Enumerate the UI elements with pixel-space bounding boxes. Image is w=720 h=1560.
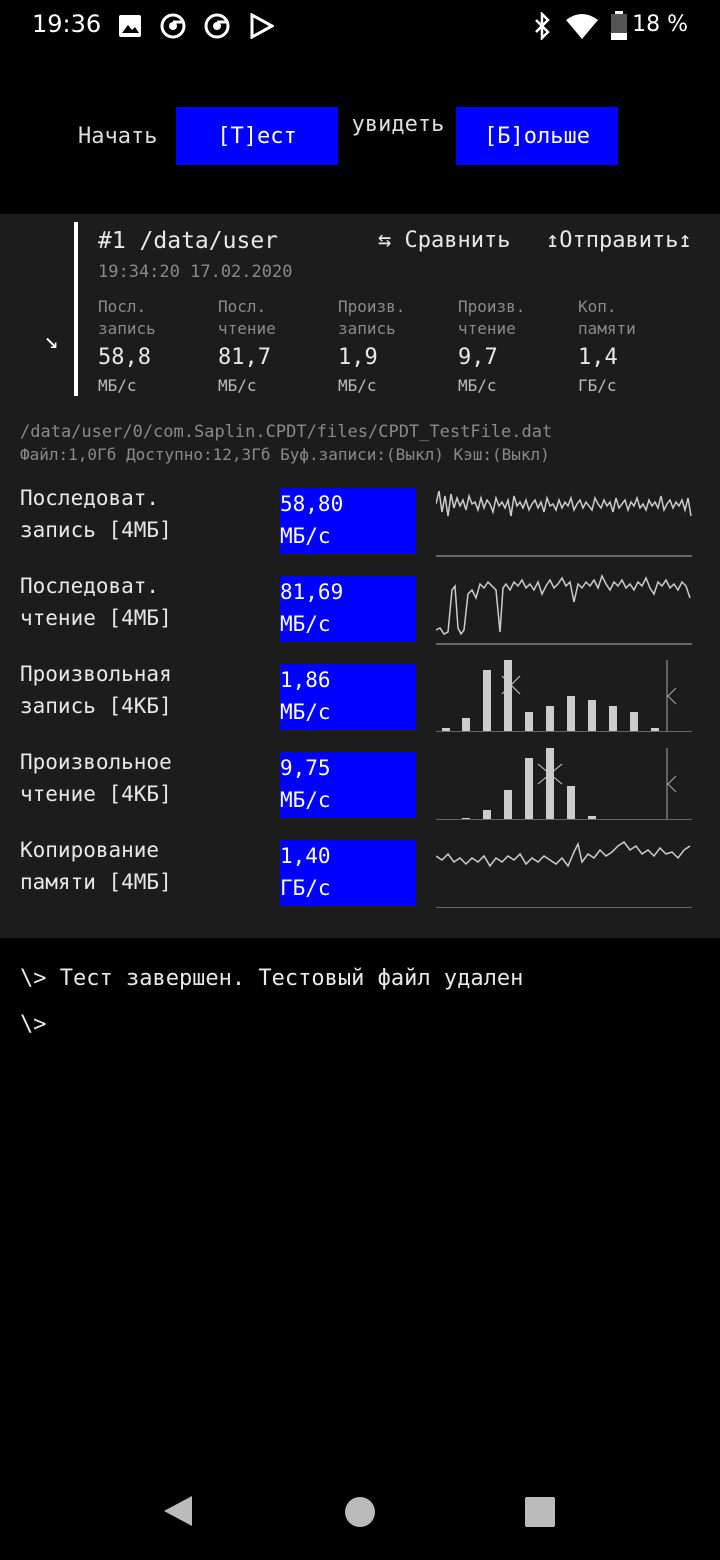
file-path: /data/user/0/com.Saplin.CPDT/files/CPDT_… bbox=[20, 422, 553, 442]
image-icon bbox=[119, 15, 141, 37]
metric-rand-read: Произв. чтение 9,7 МБ/с bbox=[458, 296, 568, 395]
collapse-arrow-icon[interactable]: ↘ bbox=[44, 326, 58, 354]
recents-icon[interactable] bbox=[524, 1496, 556, 1528]
seq-read-sparkline bbox=[436, 574, 692, 645]
file-info: Файл:1,0Гб Доступно:12,3Гб Буф.записи:(В… bbox=[20, 445, 550, 464]
metric-label: Посл. bbox=[218, 297, 267, 316]
row-seq-read-name: Последоват. чтение [4МБ] bbox=[20, 570, 270, 634]
metric-label: запись bbox=[98, 319, 156, 338]
row-rand-write-value: 1,86 МБ/с bbox=[280, 664, 416, 730]
rand-write-histogram bbox=[436, 660, 692, 732]
metric-label: Произв. bbox=[458, 297, 526, 316]
metric-value: 1,4 bbox=[578, 345, 618, 370]
row-unit: МБ/с bbox=[280, 788, 331, 812]
row-rand-write-name: Произвольная запись [4КБ] bbox=[20, 658, 270, 722]
console-line: \> Тест завершен. Тестовый файл удален bbox=[20, 966, 524, 991]
metric-value: 58,8 bbox=[98, 345, 151, 370]
metric-value: 9,7 bbox=[458, 345, 498, 370]
row-unit: МБ/с bbox=[280, 524, 331, 548]
row-name-line: Произвольное bbox=[20, 750, 172, 774]
row-name-line: Последоват. bbox=[20, 486, 160, 510]
row-seq-write-value: 58,80 МБ/с bbox=[280, 488, 416, 554]
row-unit: ГБ/с bbox=[280, 876, 331, 900]
more-button[interactable]: [Б]ольше bbox=[456, 107, 618, 165]
start-label: Начать bbox=[78, 124, 158, 149]
metric-unit: ГБ/с bbox=[578, 376, 617, 395]
row-value: 81,69 bbox=[280, 580, 344, 604]
row-name-line: запись [4МБ] bbox=[20, 518, 172, 542]
metric-mem-copy: Коп. памяти 1,4 ГБ/с bbox=[578, 296, 688, 395]
metric-value: 1,9 bbox=[338, 345, 378, 370]
metric-label: памяти bbox=[578, 319, 636, 338]
chrome-icon bbox=[160, 13, 186, 39]
metric-label: чтение bbox=[218, 319, 276, 338]
metric-unit: МБ/с bbox=[458, 376, 497, 395]
metric-seq-write: Посл. запись 58,8 МБ/с bbox=[98, 296, 208, 395]
test-button[interactable]: [Т]ест bbox=[176, 107, 338, 165]
result-title: #1 /data/user bbox=[98, 228, 279, 254]
bluetooth-icon bbox=[535, 12, 550, 40]
metric-label: Посл. bbox=[98, 297, 147, 316]
compare-button[interactable]: ⇆ Сравнить bbox=[378, 228, 510, 253]
row-name-line: запись [4КБ] bbox=[20, 694, 172, 718]
back-icon[interactable] bbox=[162, 1494, 194, 1528]
row-unit: МБ/с bbox=[280, 612, 331, 636]
row-name-line: памяти [4МБ] bbox=[20, 870, 172, 894]
metric-rand-write: Произв. запись 1,9 МБ/с bbox=[338, 296, 448, 395]
metric-unit: МБ/с bbox=[98, 376, 137, 395]
metric-label: запись bbox=[338, 319, 396, 338]
battery-percent: 18 % bbox=[632, 12, 688, 37]
row-mem-copy-name: Копирование памяти [4МБ] bbox=[20, 834, 270, 898]
row-name-line: Произвольная bbox=[20, 662, 172, 686]
chrome-icon bbox=[204, 13, 230, 39]
row-value: 1,86 bbox=[280, 668, 331, 692]
console-prompt[interactable]: \> bbox=[20, 1012, 47, 1037]
row-value: 9,75 bbox=[280, 756, 331, 780]
metric-label: Произв. bbox=[338, 297, 406, 316]
see-label: увидеть bbox=[351, 112, 445, 137]
metric-label: чтение bbox=[458, 319, 516, 338]
row-rand-read-name: Произвольное чтение [4КБ] bbox=[20, 746, 270, 810]
result-divider bbox=[74, 222, 78, 396]
row-name-line: чтение [4МБ] bbox=[20, 606, 172, 630]
row-seq-write-name: Последоват. запись [4МБ] bbox=[20, 482, 270, 546]
mem-copy-sparkline bbox=[436, 840, 692, 908]
row-seq-read-value: 81,69 МБ/с bbox=[280, 576, 416, 642]
row-mem-copy-value: 1,40 ГБ/с bbox=[280, 840, 416, 906]
metric-unit: МБ/с bbox=[218, 376, 257, 395]
row-rand-read-value: 9,75 МБ/с bbox=[280, 752, 416, 818]
row-name-line: чтение [4КБ] bbox=[20, 782, 172, 806]
home-icon[interactable] bbox=[344, 1496, 376, 1528]
row-name-line: Последоват. bbox=[20, 574, 160, 598]
wifi-icon bbox=[566, 14, 598, 39]
row-value: 58,80 bbox=[280, 492, 344, 516]
metric-seq-read: Посл. чтение 81,7 МБ/с bbox=[218, 296, 328, 395]
seq-write-sparkline bbox=[436, 490, 692, 557]
play-store-icon bbox=[250, 13, 274, 39]
send-button[interactable]: ↥Отправить↥ bbox=[546, 228, 692, 253]
battery-icon bbox=[611, 11, 627, 40]
rand-read-histogram bbox=[436, 748, 692, 820]
row-value: 1,40 bbox=[280, 844, 331, 868]
row-name-line: Копирование bbox=[20, 838, 160, 862]
status-time: 19:36 bbox=[32, 10, 102, 38]
metric-unit: МБ/с bbox=[338, 376, 377, 395]
metric-label: Коп. bbox=[578, 297, 617, 316]
metric-value: 81,7 bbox=[218, 345, 271, 370]
row-unit: МБ/с bbox=[280, 700, 331, 724]
result-date: 19:34:20 17.02.2020 bbox=[98, 262, 293, 282]
